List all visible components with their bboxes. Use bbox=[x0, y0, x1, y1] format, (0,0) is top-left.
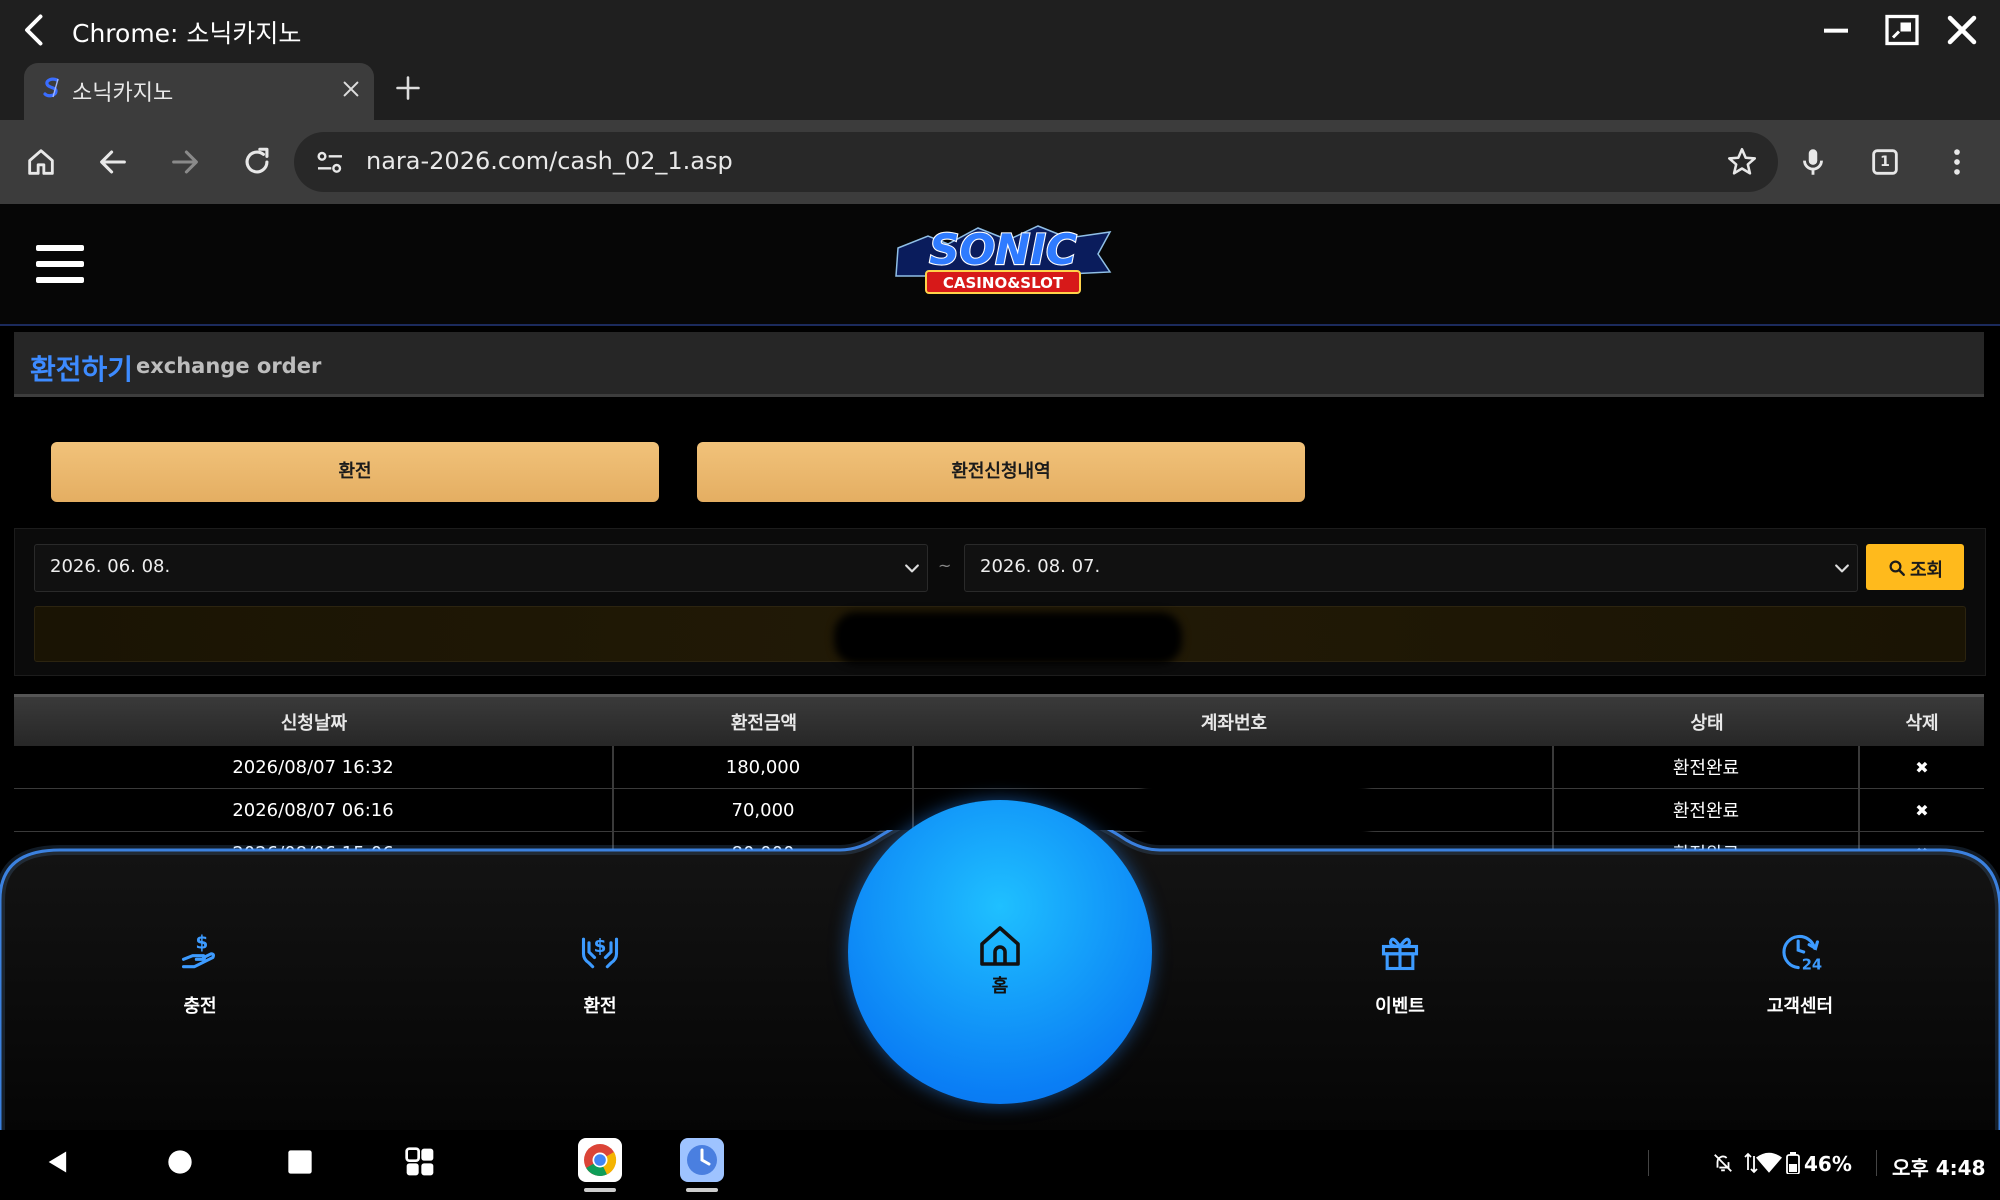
home-icon bbox=[980, 926, 1020, 966]
charge-icon[interactable]: $ bbox=[178, 930, 222, 974]
search-button-label: 조회 bbox=[1910, 560, 1944, 581]
battery-percentage: 46% bbox=[1804, 1152, 1852, 1176]
row-delete-button[interactable]: ✖ bbox=[1860, 746, 1984, 788]
nav-charge-label[interactable]: 충전 bbox=[120, 992, 280, 1018]
row-status: 환전완료 bbox=[1554, 746, 1860, 788]
svg-text:$: $ bbox=[594, 936, 607, 957]
header-amount: 환전금액 bbox=[730, 712, 798, 734]
home-icon[interactable] bbox=[24, 145, 58, 179]
tab-switcher-button[interactable]: 1 bbox=[1868, 145, 1902, 179]
nav-exchange-label[interactable]: 환전 bbox=[520, 992, 680, 1018]
bookmark-star-icon[interactable] bbox=[1725, 145, 1759, 179]
forward-icon[interactable] bbox=[168, 145, 202, 179]
system-home-icon[interactable] bbox=[166, 1148, 194, 1176]
active-app-indicator bbox=[686, 1188, 718, 1192]
url-text[interactable]: nara-2026.com/cash_02_1.asp bbox=[366, 147, 733, 175]
nav-event-label[interactable]: 이벤트 bbox=[1320, 992, 1480, 1018]
exchange-history-tab-button[interactable]: 환전신청내역 bbox=[697, 442, 1305, 502]
chevron-down-icon bbox=[1835, 564, 1849, 573]
system-back-icon[interactable] bbox=[44, 1147, 72, 1177]
nav-support-label[interactable]: 고객센터 bbox=[1720, 992, 1880, 1018]
row-amount: 180,000 bbox=[614, 746, 914, 788]
row-amount: 70,000 bbox=[614, 789, 914, 831]
date-range-separator: ~ bbox=[938, 556, 952, 575]
divider bbox=[1876, 1150, 1877, 1176]
table-row: 2026/08/07 16:32 180,000 환전완료 ✖ bbox=[14, 746, 1984, 789]
new-tab-icon[interactable] bbox=[394, 74, 422, 102]
table-header-row: 신청날짜 환전금액 계좌번호 상태 삭제 bbox=[14, 694, 1984, 746]
logo-sub-text: CASINO&SLOT bbox=[943, 274, 1064, 292]
svg-text:$: $ bbox=[195, 932, 208, 953]
row-status: 환전완료 bbox=[1554, 789, 1860, 831]
restore-window-icon[interactable] bbox=[1882, 12, 1922, 48]
page-title: 환전하기 bbox=[30, 353, 134, 386]
svg-text:24: 24 bbox=[1802, 956, 1822, 973]
chrome-app-icon[interactable] bbox=[578, 1138, 622, 1182]
row-date: 2026/08/07 16:32 bbox=[14, 746, 614, 788]
tab-count: 1 bbox=[1880, 154, 1890, 170]
header-status: 상태 bbox=[1690, 712, 1724, 734]
exchange-tab-button[interactable]: 환전 bbox=[51, 442, 659, 502]
site-favicon-icon bbox=[43, 77, 59, 98]
minimize-icon[interactable] bbox=[1818, 14, 1854, 46]
reload-icon[interactable] bbox=[240, 145, 274, 179]
gift-icon[interactable] bbox=[1378, 930, 1422, 974]
active-app-indicator bbox=[584, 1188, 616, 1192]
system-clock: 오후 4:48 bbox=[1892, 1156, 1986, 1180]
logo-main-text: SONIC bbox=[929, 225, 1077, 274]
back-arrow-icon[interactable] bbox=[18, 12, 54, 48]
date-to-value: 2026. 08. 07. bbox=[980, 556, 1101, 577]
header-account: 계좌번호 bbox=[1200, 712, 1268, 734]
hamburger-menu-icon[interactable] bbox=[36, 243, 84, 285]
tab-close-icon[interactable] bbox=[340, 78, 362, 100]
exchange-icon[interactable]: $ bbox=[578, 930, 622, 974]
page-subtitle: exchange order bbox=[136, 354, 322, 378]
site-settings-icon[interactable] bbox=[314, 147, 346, 179]
window-title: Chrome: 소닉카지노 bbox=[72, 19, 302, 48]
sonic-casino-logo[interactable]: SONIC CASINO&SLOT bbox=[888, 214, 1118, 304]
clock-app-icon[interactable] bbox=[680, 1138, 724, 1182]
header-delete: 삭제 bbox=[1905, 712, 1939, 734]
nav-home-label: 홈 bbox=[991, 976, 1009, 997]
support-24h-icon[interactable]: 24 bbox=[1778, 930, 1822, 974]
wifi-icon bbox=[1756, 1152, 1782, 1173]
more-menu-icon[interactable] bbox=[1940, 145, 1974, 179]
redaction-mark bbox=[834, 612, 1182, 664]
back-icon[interactable] bbox=[96, 145, 130, 179]
row-date: 2026/08/07 06:16 bbox=[14, 789, 614, 831]
tab-title: 소닉카지노 bbox=[72, 81, 174, 106]
chevron-down-icon bbox=[905, 564, 919, 573]
divider bbox=[1648, 1150, 1649, 1176]
app-grid-icon[interactable] bbox=[404, 1146, 436, 1178]
battery-icon bbox=[1786, 1152, 1800, 1174]
microphone-icon[interactable] bbox=[1796, 145, 1830, 179]
header-date: 신청날짜 bbox=[280, 712, 348, 734]
search-icon bbox=[1889, 560, 1905, 576]
close-window-icon[interactable] bbox=[1944, 12, 1980, 48]
row-delete-button[interactable]: ✖ bbox=[1860, 789, 1984, 831]
date-from-value: 2026. 06. 08. bbox=[50, 556, 171, 577]
notifications-off-icon bbox=[1714, 1154, 1732, 1172]
system-recents-icon[interactable] bbox=[286, 1148, 314, 1176]
